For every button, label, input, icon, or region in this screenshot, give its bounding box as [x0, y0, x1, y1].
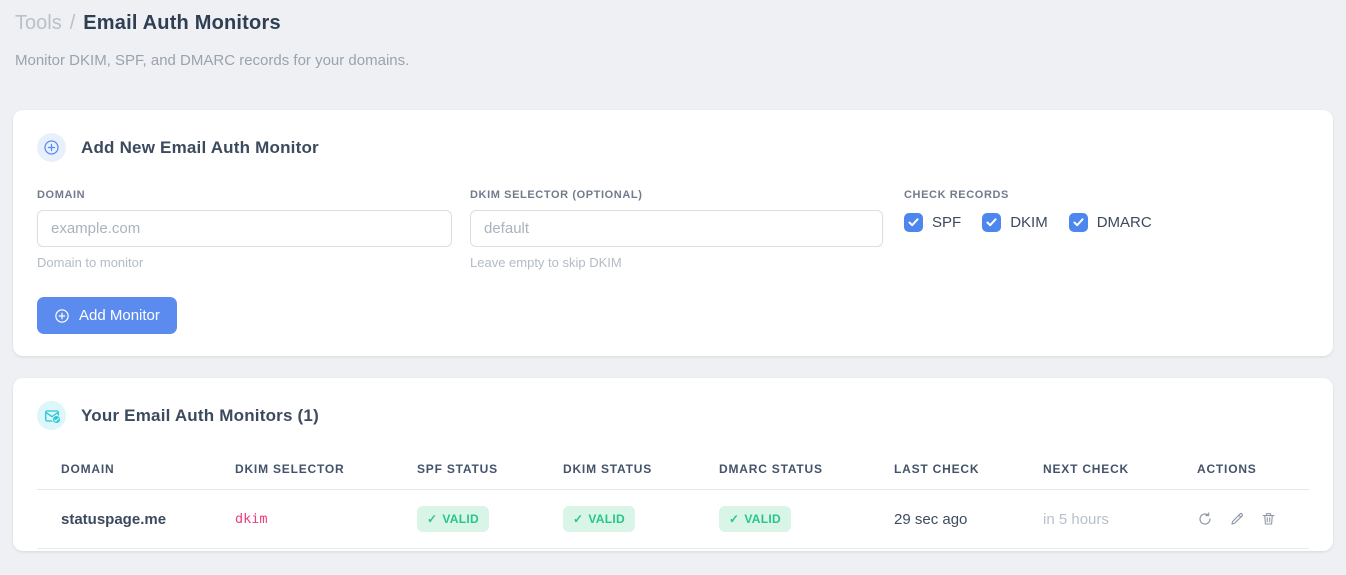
monitors-list-card: Your Email Auth Monitors (1) DOMAIN DKIM… [13, 378, 1333, 551]
page: Tools / Email Auth Monitors Monitor DKIM… [0, 0, 1346, 551]
dkim-status-cell: ✓ VALID [563, 489, 719, 549]
table-header-row: DOMAIN DKIM SELECTOR SPF STATUS DKIM STA… [37, 449, 1309, 490]
last-check-cell: 29 sec ago [894, 489, 1043, 549]
add-monitor-card-title: Add New Email Auth Monitor [81, 137, 319, 157]
checkbox-checked-icon [982, 213, 1002, 232]
add-monitor-card-header: Add New Email Auth Monitor [37, 133, 1309, 162]
dkim-status-text: VALID [588, 512, 625, 526]
breadcrumb: Tools / Email Auth Monitors [13, 12, 1333, 35]
dmarc-status-cell: ✓ VALID [719, 489, 894, 549]
spf-status-cell: ✓ VALID [417, 489, 563, 549]
spf-status-text: VALID [442, 512, 479, 526]
domain-field-group: DOMAIN Domain to monitor [37, 189, 452, 270]
check-icon: ✓ [729, 512, 740, 526]
breadcrumb-tools-link[interactable]: Tools [15, 12, 62, 35]
page-subtitle: Monitor DKIM, SPF, and DMARC records for… [15, 52, 410, 69]
check-icon: ✓ [573, 512, 584, 526]
check-badge-icon [52, 415, 61, 424]
breadcrumb-separator: / [69, 12, 76, 34]
domain-field-label: DOMAIN [37, 189, 86, 201]
table-row: statuspage.me dkim ✓ VALID ✓ VALID ✓ VAL… [37, 489, 1309, 549]
monitors-card-header: Your Email Auth Monitors (1) [37, 401, 1309, 430]
dkim-checkbox-label: DKIM [1010, 214, 1048, 231]
checkbox-checked-icon [1068, 213, 1088, 232]
dmarc-status-text: VALID [744, 512, 781, 526]
envelope-check-icon [37, 401, 66, 430]
status-badge: ✓ VALID [417, 506, 489, 532]
page-title: Email Auth Monitors [83, 12, 281, 34]
add-monitor-card: Add New Email Auth Monitor DOMAIN Domain… [13, 110, 1333, 356]
dmarc-checkbox-label: DMARC [1096, 214, 1152, 231]
column-header-actions: ACTIONS [1197, 449, 1309, 490]
column-header-dkim-status: DKIM STATUS [563, 449, 719, 490]
actions-cell [1197, 489, 1309, 549]
check-records-group: CHECK RECORDS SPF DKIM DMARC [901, 189, 1309, 270]
domain-input[interactable] [37, 210, 452, 247]
check-records-options: SPF DKIM DMARC [904, 213, 1309, 232]
check-records-label: CHECK RECORDS [904, 189, 1009, 201]
spf-checkbox[interactable]: SPF [904, 213, 961, 232]
monitors-card-title: Your Email Auth Monitors (1) [81, 405, 319, 425]
column-header-dmarc-status: DMARC STATUS [719, 449, 894, 490]
dmarc-checkbox[interactable]: DMARC [1068, 213, 1152, 232]
add-monitor-button[interactable]: Add Monitor [37, 297, 177, 334]
column-header-dkim-selector: DKIM SELECTOR [235, 449, 417, 490]
status-badge: ✓ VALID [719, 506, 791, 532]
column-header-last-check: LAST CHECK [894, 449, 1043, 490]
delete-trash-icon-button[interactable] [1261, 511, 1276, 527]
monitors-table: DOMAIN DKIM SELECTOR SPF STATUS DKIM STA… [37, 449, 1309, 549]
column-header-domain: DOMAIN [37, 449, 235, 490]
dkim-checkbox[interactable]: DKIM [982, 213, 1048, 232]
refresh-button[interactable] [1197, 511, 1213, 527]
monitor-dkim-selector: dkim [235, 489, 417, 549]
status-badge: ✓ VALID [563, 506, 635, 532]
dkim-selector-field-group: DKIM SELECTOR (OPTIONAL) Leave empty to … [470, 189, 883, 270]
edit-pencil-icon-button[interactable] [1229, 511, 1245, 527]
plus-circle-icon [37, 133, 66, 162]
plus-circle-icon [54, 308, 70, 324]
dkim-selector-field-label: DKIM SELECTOR (OPTIONAL) [470, 189, 643, 201]
add-monitor-button-label: Add Monitor [79, 307, 160, 324]
column-header-spf-status: SPF STATUS [417, 449, 563, 490]
spf-checkbox-label: SPF [932, 214, 962, 231]
check-icon: ✓ [427, 512, 438, 526]
add-monitor-form: DOMAIN Domain to monitor DKIM SELECTOR (… [37, 189, 1309, 270]
monitor-domain: statuspage.me [37, 489, 235, 549]
dkim-selector-field-helper: Leave empty to skip DKIM [470, 255, 622, 270]
dkim-selector-input[interactable] [470, 210, 883, 247]
next-check-cell: in 5 hours [1043, 489, 1197, 549]
checkbox-checked-icon [904, 213, 923, 232]
column-header-next-check: NEXT CHECK [1043, 449, 1197, 490]
domain-field-helper: Domain to monitor [37, 255, 144, 270]
